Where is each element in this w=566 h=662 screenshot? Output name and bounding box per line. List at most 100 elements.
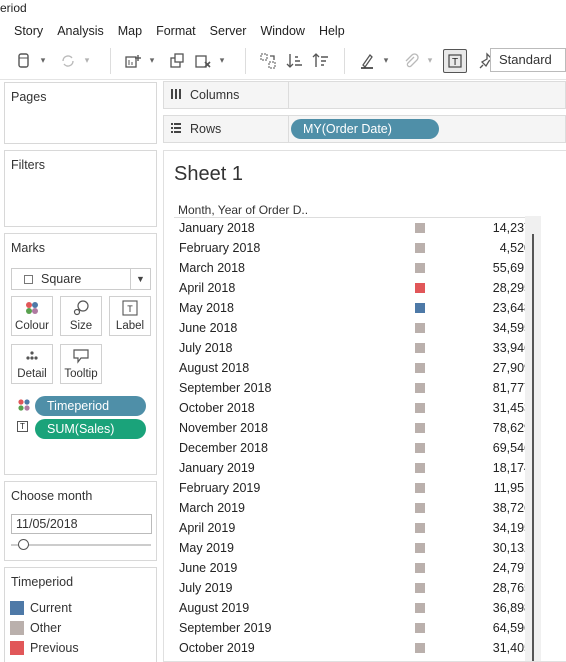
sum-sales-pill[interactable]: SUM(Sales) xyxy=(35,419,146,439)
tooltip-icon xyxy=(72,347,90,365)
marks-title: Marks xyxy=(11,241,46,255)
sort-descending-icon[interactable] xyxy=(308,49,332,73)
timeperiod-mark[interactable] xyxy=(415,643,425,653)
table-row[interactable]: January 2019 18,174 xyxy=(179,458,531,478)
legend-item-previous[interactable]: Previous xyxy=(10,639,79,657)
table-row[interactable]: July 2018 33,946 xyxy=(179,338,531,358)
order-date-pill[interactable]: MY(Order Date) xyxy=(291,119,439,139)
timeperiod-mark[interactable] xyxy=(415,283,425,293)
table-row[interactable]: August 2019 36,898 xyxy=(179,598,531,618)
table-row[interactable]: April 2018 28,295 xyxy=(179,278,531,298)
timeperiod-mark[interactable] xyxy=(415,383,425,393)
chevron-down-icon[interactable]: ▼ xyxy=(130,269,150,289)
timeperiod-mark[interactable] xyxy=(415,323,425,333)
rows-shelf[interactable]: Rows MY(Order Date) xyxy=(163,115,566,143)
fit-dropdown[interactable]: Standard xyxy=(490,48,566,72)
table-row[interactable]: August 2018 27,909 xyxy=(179,358,531,378)
columns-shelf-label: Columns xyxy=(164,82,289,108)
month-slider-track[interactable] xyxy=(11,544,151,546)
table-row[interactable]: January 2018 14,237 xyxy=(179,218,531,238)
refresh-icon[interactable] xyxy=(56,49,80,73)
timeperiod-mark[interactable] xyxy=(415,603,425,613)
timeperiod-mark[interactable] xyxy=(415,483,425,493)
swap-rows-columns-icon[interactable] xyxy=(256,49,280,73)
chevron-down-icon[interactable]: ▾ xyxy=(38,55,48,66)
table-row[interactable]: May 2019 30,132 xyxy=(179,538,531,558)
table-row[interactable]: March 2018 55,691 xyxy=(179,258,531,278)
timeperiod-mark[interactable] xyxy=(415,623,425,633)
tooltip-button[interactable]: Tooltip xyxy=(60,344,102,384)
timeperiod-mark[interactable] xyxy=(415,583,425,593)
vertical-scrollbar[interactable] xyxy=(525,216,541,661)
table-row[interactable]: June 2019 24,797 xyxy=(179,558,531,578)
paperclip-icon[interactable] xyxy=(399,49,423,73)
timeperiod-mark[interactable] xyxy=(415,523,425,533)
chevron-down-icon[interactable]: ▾ xyxy=(425,55,435,66)
chevron-down-icon[interactable]: ▾ xyxy=(82,55,92,66)
timeperiod-mark[interactable] xyxy=(415,343,425,353)
chevron-down-icon[interactable]: ▾ xyxy=(147,55,157,66)
sort-ascending-icon[interactable] xyxy=(282,49,306,73)
timeperiod-mark[interactable] xyxy=(415,563,425,573)
timeperiod-mark[interactable] xyxy=(415,503,425,513)
menu-window[interactable]: Window xyxy=(260,24,304,38)
highlight-icon[interactable] xyxy=(355,49,379,73)
menu-map[interactable]: Map xyxy=(118,24,142,38)
menu-format[interactable]: Format xyxy=(156,24,196,38)
table-row[interactable]: December 2018 69,546 xyxy=(179,438,531,458)
rows-text: Rows xyxy=(190,122,222,136)
timeperiod-mark[interactable] xyxy=(415,463,425,473)
table-row[interactable]: June 2018 34,595 xyxy=(179,318,531,338)
table-row[interactable]: October 2018 31,453 xyxy=(179,398,531,418)
timeperiod-mark[interactable] xyxy=(415,423,425,433)
month-slider-handle[interactable] xyxy=(18,539,29,550)
size-icon xyxy=(72,299,90,317)
timeperiod-mark[interactable] xyxy=(415,363,425,373)
table-row[interactable]: February 2019 11,951 xyxy=(179,478,531,498)
table-row[interactable]: October 2019 31,405 xyxy=(179,638,531,658)
timeperiod-pill[interactable]: Timeperiod xyxy=(35,396,146,416)
table-row[interactable]: September 2018 81,777 xyxy=(179,378,531,398)
table-row[interactable]: April 2019 34,195 xyxy=(179,518,531,538)
menu-help[interactable]: Help xyxy=(319,24,345,38)
month-cell: March 2018 xyxy=(179,261,246,275)
timeperiod-mark[interactable] xyxy=(415,263,425,273)
menu-analysis[interactable]: Analysis xyxy=(57,24,104,38)
label-button[interactable]: T Label xyxy=(109,296,151,336)
legend-item-current[interactable]: Current xyxy=(10,599,72,617)
chevron-down-icon[interactable]: ▾ xyxy=(217,55,227,66)
table-row[interactable]: July 2019 28,765 xyxy=(179,578,531,598)
timeperiod-mark[interactable] xyxy=(415,543,425,553)
pages-title: Pages xyxy=(11,90,47,104)
month-filter-input[interactable]: 11/05/2018 xyxy=(11,514,152,534)
columns-shelf[interactable]: Columns xyxy=(163,81,566,109)
column-header[interactable]: Month, Year of Order D.. xyxy=(178,203,308,217)
data-source-icon[interactable] xyxy=(12,49,36,73)
scrollbar-thumb[interactable] xyxy=(532,234,534,661)
menu-server[interactable]: Server xyxy=(210,24,247,38)
legend-item-other[interactable]: Other xyxy=(10,619,61,637)
colour-button[interactable]: Colour xyxy=(11,296,53,336)
table-row[interactable]: September 2019 64,596 xyxy=(179,618,531,638)
show-mark-labels-icon[interactable]: T xyxy=(443,48,467,73)
table-row[interactable]: May 2018 23,648 xyxy=(179,298,531,318)
chevron-down-icon[interactable]: ▾ xyxy=(381,55,391,66)
colour-icon xyxy=(23,299,41,317)
menu-story[interactable]: Story xyxy=(14,24,43,38)
duplicate-sheet-icon[interactable] xyxy=(165,49,189,73)
table-row[interactable]: March 2019 38,726 xyxy=(179,498,531,518)
table-row[interactable]: November 2018 78,629 xyxy=(179,418,531,438)
legend-label: Current xyxy=(30,601,72,615)
size-button[interactable]: Size xyxy=(60,296,102,336)
clear-sheet-icon[interactable] xyxy=(191,49,215,73)
new-worksheet-icon[interactable] xyxy=(121,49,145,73)
columns-text: Columns xyxy=(190,88,240,102)
mark-type-dropdown[interactable]: Square ▼ xyxy=(11,268,151,290)
timeperiod-mark[interactable] xyxy=(415,303,425,313)
timeperiod-mark[interactable] xyxy=(415,443,425,453)
table-row[interactable]: February 2018 4,520 xyxy=(179,238,531,258)
timeperiod-mark[interactable] xyxy=(415,223,425,233)
timeperiod-mark[interactable] xyxy=(415,243,425,253)
timeperiod-mark[interactable] xyxy=(415,403,425,413)
detail-button[interactable]: Detail xyxy=(11,344,53,384)
